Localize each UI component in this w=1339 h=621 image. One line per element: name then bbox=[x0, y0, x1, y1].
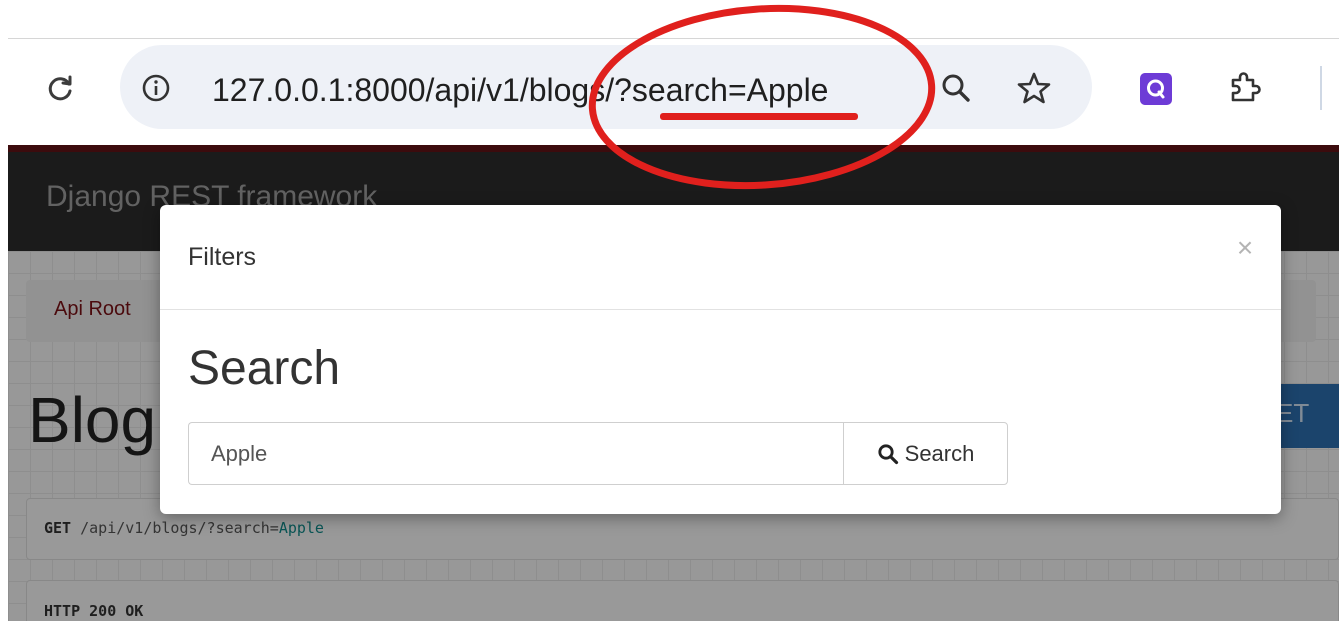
site-info-icon[interactable] bbox=[140, 72, 172, 104]
reload-icon[interactable] bbox=[44, 72, 76, 104]
filters-modal: Filters × Search Search bbox=[160, 205, 1281, 514]
toolbar-separator bbox=[1320, 66, 1322, 110]
close-icon[interactable]: × bbox=[1230, 233, 1260, 263]
extension-q-icon[interactable] bbox=[1139, 72, 1173, 106]
annotation-ellipse bbox=[588, 4, 936, 190]
search-input[interactable] bbox=[188, 422, 843, 485]
search-button[interactable]: Search bbox=[843, 422, 1008, 485]
modal-header-divider bbox=[160, 309, 1281, 310]
extensions-puzzle-icon[interactable] bbox=[1226, 70, 1262, 106]
search-button-label: Search bbox=[904, 440, 975, 466]
search-section-title: Search bbox=[188, 342, 341, 395]
modal-title: Filters bbox=[188, 243, 257, 271]
search-icon bbox=[878, 443, 898, 464]
bookmark-star-icon[interactable] bbox=[1016, 70, 1052, 106]
